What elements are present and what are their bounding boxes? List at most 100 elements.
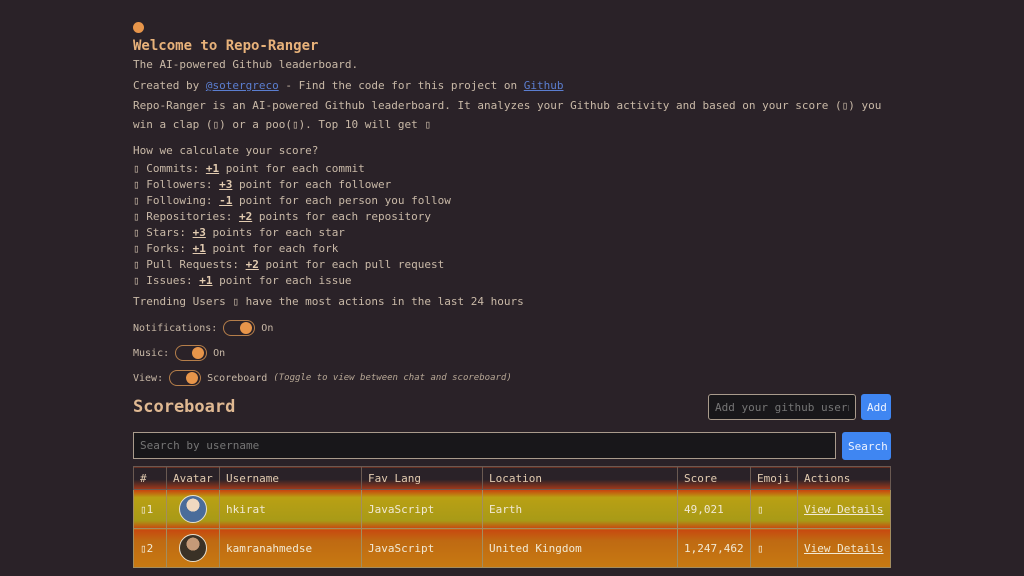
rule-name: Following:	[146, 194, 220, 207]
search-bar: Search	[133, 432, 891, 460]
rule-desc: point for each issue	[212, 274, 352, 287]
score-rules: ▯ Commits: +1 point for each commit ▯ Fo…	[133, 161, 891, 289]
search-input[interactable]	[133, 432, 836, 459]
column-header[interactable]: Avatar	[166, 466, 220, 490]
author-link[interactable]: @sotergreco	[206, 79, 279, 92]
leaderboard-table: # Avatar Username Fav Lang Location Scor…	[133, 466, 891, 568]
rule-icon: ▯	[133, 226, 140, 239]
main-container: Welcome to Repo-Ranger The AI-powered Gi…	[133, 22, 891, 568]
rule-points: -1	[219, 194, 233, 207]
toggle-knob	[186, 372, 199, 384]
search-button[interactable]: Search	[842, 432, 891, 460]
rule-icon: ▯	[133, 162, 140, 175]
view-label: View:	[133, 372, 164, 384]
rule-issues: ▯ Issues: +1 point for each issue	[133, 273, 891, 289]
trending-note: Trending Users ▯ have the most actions i…	[133, 295, 524, 308]
rule-name: Followers:	[146, 178, 220, 191]
rule-commits: ▯ Commits: +1 point for each commit	[133, 161, 891, 177]
avatar	[179, 495, 207, 523]
score-cell: 49,021	[677, 489, 751, 529]
column-header[interactable]: Location	[482, 466, 678, 490]
view-details-link[interactable]: View Details	[804, 542, 883, 555]
username-cell: kamranahmedse	[219, 528, 362, 568]
actions-cell: View Details	[797, 489, 891, 529]
page-subtitle: The AI-powered Github leaderboard.	[133, 58, 359, 71]
avatar	[179, 534, 207, 562]
rule-desc: point for each person you follow	[232, 194, 451, 207]
description: Repo-Ranger is an AI-powered Github lead…	[133, 99, 882, 131]
emoji-cell: ▯	[750, 528, 798, 568]
location-cell: Earth	[482, 489, 678, 529]
username-cell: hkirat	[219, 489, 362, 529]
github-link[interactable]: Github	[524, 79, 564, 92]
rule-followers: ▯ Followers: +3 point for each follower	[133, 177, 891, 193]
view-setting: View: Scoreboard (Toggle to view between…	[133, 370, 891, 386]
actions-cell: View Details	[797, 528, 891, 568]
column-header[interactable]: Score	[677, 466, 751, 490]
music-state: On	[213, 347, 226, 359]
table-row: ▯1 hkirat JavaScript Earth 49,021 ▯ View…	[133, 489, 891, 529]
toggle-knob	[240, 322, 253, 334]
view-hint: (Toggle to view between chat and scorebo…	[273, 373, 512, 383]
column-header[interactable]: Fav Lang	[361, 466, 483, 490]
scoreboard-title: Scoreboard	[133, 397, 236, 417]
rule-name: Repositories:	[146, 210, 239, 223]
rule-name: Pull Requests:	[146, 258, 246, 271]
rule-desc: points for each repository	[252, 210, 432, 223]
rule-desc: point for each follower	[232, 178, 392, 191]
rule-points: +2	[245, 258, 259, 271]
score-cell: 1,247,462	[677, 528, 751, 568]
rule-following: ▯ Following: -1 point for each person yo…	[133, 193, 891, 209]
lang-cell: JavaScript	[361, 489, 483, 529]
view-toggle[interactable]	[169, 370, 202, 386]
music-setting: Music: On	[133, 345, 891, 361]
rule-stars: ▯ Stars: +3 points for each star	[133, 225, 891, 241]
rule-pull-requests: ▯ Pull Requests: +2 point for each pull …	[133, 257, 891, 273]
rule-points: +1	[205, 162, 220, 175]
rule-name: Forks:	[146, 242, 193, 255]
rule-forks: ▯ Forks: +1 point for each fork	[133, 241, 891, 257]
add-user-button[interactable]: Add	[861, 394, 891, 420]
table-header-row: # Avatar Username Fav Lang Location Scor…	[133, 466, 891, 490]
notifications-setting: Notifications: On	[133, 320, 891, 336]
rule-desc: point for each pull request	[258, 258, 445, 271]
rule-points: +1	[199, 274, 213, 287]
notifications-label: Notifications:	[133, 322, 218, 334]
rule-name: Issues:	[146, 274, 200, 287]
scoreboard-header: Scoreboard Add	[133, 394, 891, 420]
toggle-knob	[192, 347, 205, 359]
location-cell: United Kingdom	[482, 528, 678, 568]
rule-points: +1	[192, 242, 206, 255]
rule-icon: ▯	[133, 194, 140, 207]
score-question: How we calculate your score?	[133, 144, 319, 157]
table-row: ▯2 kamranahmedse JavaScript United Kingd…	[133, 528, 891, 568]
rank-cell: ▯2	[133, 528, 167, 568]
column-header[interactable]: Emoji	[750, 466, 798, 490]
rule-desc: point for each commit	[219, 162, 365, 175]
github-username-input[interactable]	[708, 394, 856, 420]
column-header[interactable]: Username	[219, 466, 362, 490]
rule-desc: points for each star	[205, 226, 345, 239]
notifications-toggle[interactable]	[223, 320, 256, 336]
rule-name: Stars:	[146, 226, 193, 239]
avatar-cell	[166, 528, 220, 568]
rank-cell: ▯1	[133, 489, 167, 529]
rule-points: +2	[238, 210, 253, 223]
status-dot-icon	[133, 22, 144, 33]
rule-repositories: ▯ Repositories: +2 points for each repos…	[133, 209, 891, 225]
notifications-state: On	[261, 322, 274, 334]
view-state: Scoreboard	[207, 372, 268, 384]
view-details-link[interactable]: View Details	[804, 503, 883, 516]
column-header[interactable]: #	[133, 466, 167, 490]
column-header[interactable]: Actions	[797, 466, 891, 490]
rule-icon: ▯	[133, 210, 140, 223]
music-label: Music:	[133, 347, 170, 359]
rule-desc: point for each fork	[205, 242, 339, 255]
rule-name: Commits:	[146, 162, 206, 175]
rule-icon: ▯	[133, 258, 140, 271]
rule-icon: ▯	[133, 274, 140, 287]
page-title: Welcome to Repo-Ranger	[133, 38, 319, 54]
credits-prefix: Created by	[133, 79, 206, 92]
lang-cell: JavaScript	[361, 528, 483, 568]
music-toggle[interactable]	[175, 345, 208, 361]
